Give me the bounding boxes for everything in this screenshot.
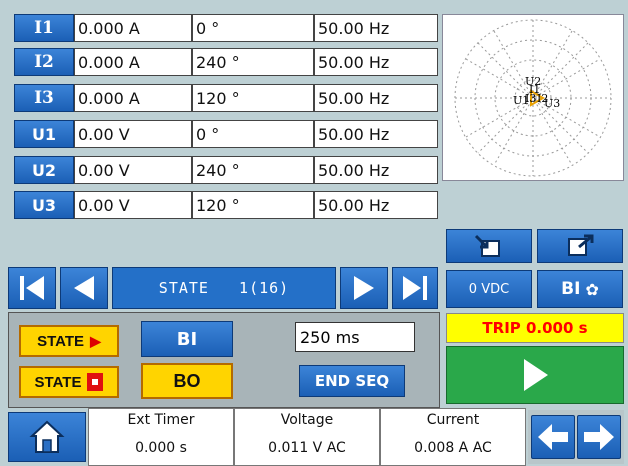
bi-settings-button[interactable]: BI ✿ — [537, 270, 623, 308]
next-state-button[interactable] — [340, 267, 388, 309]
first-state-button[interactable] — [8, 267, 56, 309]
bo-label: BO — [173, 370, 201, 391]
current-meter: Current 0.008 A AC — [380, 408, 526, 466]
magnitude-field[interactable]: 0.000 A — [74, 14, 192, 42]
stop-icon — [87, 373, 104, 391]
phasor-label-u3: U3 — [544, 97, 560, 110]
bi-button[interactable]: BI — [141, 321, 233, 357]
home-button[interactable] — [8, 412, 86, 462]
skip-last-icon — [403, 276, 427, 300]
phase-field[interactable]: 240 ° — [192, 48, 314, 76]
frequency-field[interactable]: 50.00 Hz — [314, 191, 438, 219]
skip-first-icon — [20, 276, 44, 300]
open-file-button[interactable] — [446, 229, 532, 263]
save-file-button[interactable] — [537, 229, 623, 263]
phase-field[interactable]: 0 ° — [192, 120, 314, 148]
state-stop-label: STATE — [34, 373, 82, 391]
end-sequence-button[interactable]: END SEQ — [299, 365, 405, 397]
arrow-right-icon — [584, 424, 614, 450]
bo-button[interactable]: BO — [141, 363, 233, 399]
meter-title: Current — [426, 412, 480, 428]
channel-button-i2[interactable]: I2 — [14, 48, 74, 76]
home-icon — [29, 420, 65, 453]
state-indicator: STATE 1(16) — [112, 267, 336, 309]
meter-title: Ext Timer — [127, 412, 195, 428]
phase-field[interactable]: 0 ° — [192, 14, 314, 42]
frequency-field[interactable]: 50.00 Hz — [314, 120, 438, 148]
phase-field[interactable]: 240 ° — [192, 156, 314, 184]
time-input[interactable]: 250 ms — [295, 322, 415, 352]
frequency-field[interactable]: 50.00 Hz — [314, 48, 438, 76]
magnitude-field[interactable]: 0.00 V — [74, 156, 192, 184]
scroll-right-button[interactable] — [577, 415, 621, 459]
magnitude-field[interactable]: 0.000 A — [74, 48, 192, 76]
state-next-label: STATE — [37, 332, 85, 350]
meter-value: 0.011 V AC — [268, 440, 346, 456]
play-small-icon: ▶ — [90, 332, 101, 349]
phase-field[interactable]: 120 ° — [192, 84, 314, 112]
dc-voltage-label: 0 VDC — [468, 281, 510, 297]
phasor-diagram: U2 I1 U1 I3 I2 U3 — [442, 14, 624, 181]
meter-value: 0.008 A AC — [414, 440, 492, 456]
magnitude-field[interactable]: 0.00 V — [74, 191, 192, 219]
channel-button-u1[interactable]: U1 — [14, 120, 74, 148]
state-next-toggle[interactable]: STATE ▶ — [19, 325, 119, 357]
trip-display: TRIP 0.000 s — [446, 313, 624, 343]
bi-label: BI — [176, 328, 198, 350]
state-navigation: STATE 1(16) — [0, 265, 440, 311]
dc-voltage-button[interactable]: 0 VDC — [446, 270, 532, 308]
arrow-left-icon — [538, 424, 568, 450]
bi-settings-label: BI — [561, 279, 581, 299]
arrow-left-icon — [74, 276, 94, 300]
state-stop-toggle[interactable]: STATE — [19, 366, 119, 398]
save-file-icon — [568, 234, 594, 256]
arrow-right-icon — [354, 276, 374, 300]
magnitude-field[interactable]: 0.000 A — [74, 84, 192, 112]
phase-field[interactable]: 120 ° — [192, 191, 314, 219]
meter-title: Voltage — [280, 412, 334, 428]
channel-button-i3[interactable]: I3 — [14, 84, 74, 112]
frequency-field[interactable]: 50.00 Hz — [314, 156, 438, 184]
voltage-meter: Voltage 0.011 V AC — [234, 408, 380, 466]
scroll-left-button[interactable] — [531, 415, 575, 459]
previous-state-button[interactable] — [60, 267, 108, 309]
frequency-field[interactable]: 50.00 Hz — [314, 14, 438, 42]
state-text: STATE 1(16) — [158, 279, 290, 297]
channel-button-u2[interactable]: U2 — [14, 156, 74, 184]
ext-timer-meter: Ext Timer 0.000 s — [88, 408, 234, 466]
frequency-field[interactable]: 50.00 Hz — [314, 84, 438, 112]
time-value: 250 ms — [300, 327, 360, 347]
status-bar: Ext Timer 0.000 s Voltage 0.011 V AC Cur… — [0, 408, 628, 466]
meter-value: 0.000 s — [135, 440, 187, 456]
trip-text: TRIP 0.000 s — [482, 319, 588, 337]
start-button[interactable] — [446, 346, 624, 404]
open-file-icon — [474, 234, 500, 257]
meter-scroll — [528, 410, 624, 464]
last-state-button[interactable] — [392, 267, 438, 309]
end-sequence-label: END SEQ — [314, 372, 390, 390]
phasor-label-i3: I3 — [525, 92, 536, 105]
control-panel: STATE ▶ STATE BI BO 250 ms END SEQ — [8, 312, 440, 408]
magnitude-field[interactable]: 0.00 V — [74, 120, 192, 148]
gear-icon: ✿ — [585, 279, 599, 299]
play-icon — [524, 359, 548, 391]
channel-button-u3[interactable]: U3 — [14, 191, 74, 219]
channel-button-i1[interactable]: I1 — [14, 14, 74, 42]
